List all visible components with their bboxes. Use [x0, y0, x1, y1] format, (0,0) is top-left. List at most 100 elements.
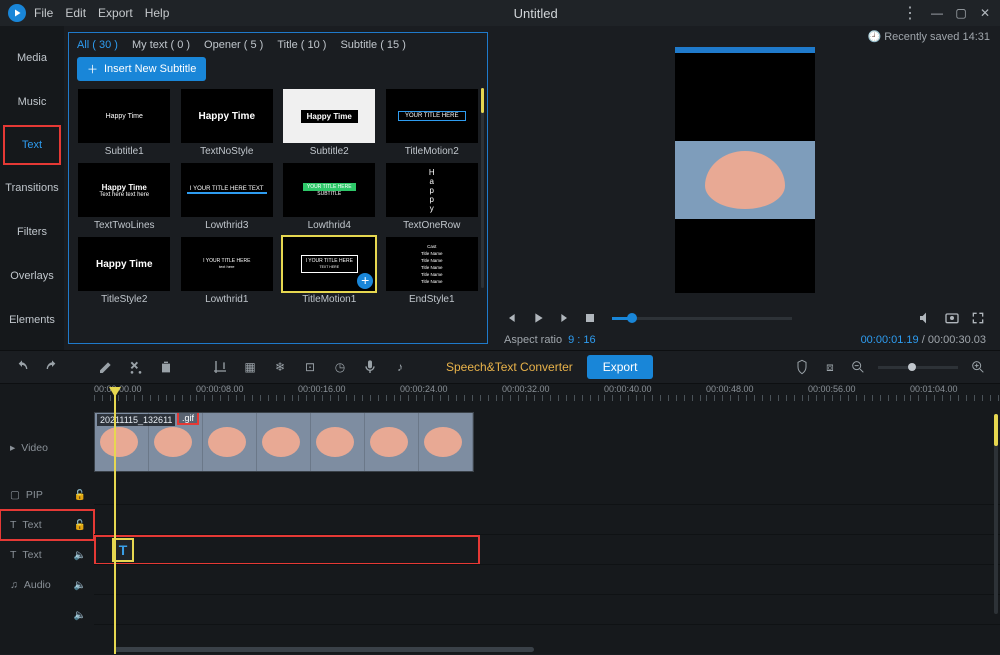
template-label: TextNoStyle: [200, 146, 253, 157]
app-logo: [8, 4, 26, 22]
marker-icon[interactable]: [794, 359, 810, 375]
timeline-h-scrollbar[interactable]: [94, 647, 990, 652]
gif-badge: .gif: [177, 412, 199, 425]
track-header-audio[interactable]: ♫ Audio 🔈: [0, 570, 94, 600]
menu-export[interactable]: Export: [98, 6, 133, 20]
lib-tab-title[interactable]: Title ( 10 ): [277, 39, 326, 51]
duration-icon[interactable]: ◷: [332, 359, 348, 375]
fullscreen-icon[interactable]: [970, 310, 986, 326]
aspect-ratio[interactable]: 9 : 16: [568, 334, 596, 346]
side-tab-media[interactable]: Media: [0, 36, 64, 80]
template-card[interactable]: Happy TimeTitleStyle2: [77, 237, 172, 305]
freeze-icon[interactable]: ❄: [272, 359, 288, 375]
text-track[interactable]: T: [94, 534, 1000, 564]
side-tab-transitions[interactable]: Transitions: [0, 166, 64, 210]
lock-icon[interactable]: 🔓: [74, 520, 86, 531]
voiceover-icon[interactable]: [362, 359, 378, 375]
library-scrollbar[interactable]: [481, 88, 484, 288]
template-card[interactable]: HappyTextOneRow: [385, 163, 480, 231]
plus-icon: ＋: [87, 61, 98, 77]
undo-icon[interactable]: [14, 359, 30, 375]
menu-edit[interactable]: Edit: [65, 6, 86, 20]
close-icon[interactable]: ✕: [978, 6, 992, 20]
pip-track[interactable]: [94, 504, 1000, 534]
track-header-pip[interactable]: ▢ PIP 🔓: [0, 480, 94, 510]
template-card[interactable]: Happy TimeSubtitle1: [77, 89, 172, 157]
maximize-icon[interactable]: ▢: [954, 6, 968, 20]
mosaic-icon[interactable]: ▦: [242, 359, 258, 375]
template-label: TextTwoLines: [94, 220, 155, 231]
zoom-slider[interactable]: [878, 366, 958, 369]
edit-icon[interactable]: [98, 359, 114, 375]
template-label: TextOneRow: [403, 220, 460, 231]
template-card[interactable]: Happy TimeText here text hereTextTwoLine…: [77, 163, 172, 231]
cut-icon[interactable]: [128, 359, 144, 375]
side-tab-filters[interactable]: Filters: [0, 210, 64, 254]
snapshot-icon[interactable]: [944, 310, 960, 326]
template-card[interactable]: Happy TimeSubtitle2: [282, 89, 377, 157]
text-track-2[interactable]: [94, 564, 1000, 594]
preview-viewport: [504, 36, 986, 304]
add-icon[interactable]: +: [357, 273, 373, 289]
timeline-body[interactable]: 00:00:00.0000:00:08.0000:00:16.0000:00:2…: [94, 384, 1000, 654]
audio-track-icon: ♫: [10, 579, 18, 591]
lock-icon[interactable]: 🔓: [74, 490, 86, 501]
template-card[interactable]: I YOUR TITLE HERE TEXTLowthrid3: [180, 163, 275, 231]
progress-slider[interactable]: [612, 317, 792, 320]
zoom-out-icon[interactable]: [850, 359, 866, 375]
clip-filename: 20211115_132611: [97, 414, 175, 426]
side-tab-music[interactable]: Music: [0, 80, 64, 124]
template-card[interactable]: YOUR TITLE HERETitleMotion2: [385, 89, 480, 157]
template-card[interactable]: YOUR TITLE HERESUBTITLELowthrid4: [282, 163, 377, 231]
lib-tab-subtitle[interactable]: Subtitle ( 15 ): [340, 39, 405, 51]
stop-icon[interactable]: [582, 310, 598, 326]
playhead[interactable]: [114, 392, 116, 654]
prev-frame-icon[interactable]: [504, 310, 520, 326]
side-tab-overlays[interactable]: Overlays: [0, 254, 64, 298]
play-icon[interactable]: [530, 310, 546, 326]
track-header-extra[interactable]: 🔈: [0, 600, 94, 630]
volume-icon[interactable]: [918, 310, 934, 326]
delete-icon[interactable]: [158, 359, 174, 375]
mute-icon[interactable]: 🔈: [74, 610, 86, 621]
fit-icon[interactable]: ⧈: [822, 359, 838, 375]
speech-text-converter[interactable]: Speech&Text Converter: [446, 360, 573, 374]
template-card[interactable]: CastTitle NameTitle NameTitle NameTitle …: [385, 237, 480, 305]
video-clip[interactable]: 20211115_132611 .gif: [94, 412, 474, 472]
audio-icon[interactable]: ♪: [392, 359, 408, 375]
track-header-video[interactable]: ▸ Video: [0, 416, 94, 480]
timeline-v-scrollbar[interactable]: [994, 414, 998, 614]
template-card[interactable]: I YOUR TITLE HEREtext hereLowthrid1: [180, 237, 275, 305]
track-header-text[interactable]: T Text 🔓: [0, 510, 94, 540]
minimize-icon[interactable]: —: [930, 6, 944, 20]
zoom-in-icon[interactable]: [970, 359, 986, 375]
audio-track[interactable]: [94, 594, 1000, 624]
export-button[interactable]: Export: [587, 355, 654, 379]
more-icon[interactable]: ⋮: [902, 6, 916, 20]
mute-icon[interactable]: 🔈: [74, 550, 86, 561]
next-frame-icon[interactable]: [556, 310, 572, 326]
lib-tab-opener[interactable]: Opener ( 5 ): [204, 39, 263, 51]
side-tab-text[interactable]: Text: [3, 125, 61, 165]
text-track-icon: T: [10, 549, 16, 561]
insert-subtitle-button[interactable]: ＋ Insert New Subtitle: [77, 57, 206, 81]
crop-icon[interactable]: [212, 359, 228, 375]
title-bar: File Edit Export Help Untitled ⋮ — ▢ ✕: [0, 0, 1000, 26]
template-card[interactable]: Happy TimeTextNoStyle: [180, 89, 275, 157]
side-tab-elements[interactable]: Elements: [0, 298, 64, 342]
text-track-highlight: [94, 535, 480, 565]
time-ruler[interactable]: 00:00:00.0000:00:08.0000:00:16.0000:00:2…: [94, 384, 1000, 412]
mute-icon[interactable]: 🔈: [74, 580, 86, 591]
menu-file[interactable]: File: [34, 6, 53, 20]
lib-tab-mytext[interactable]: My text ( 0 ): [132, 39, 190, 51]
pip-track-icon: ▢: [10, 489, 20, 501]
redo-icon[interactable]: [44, 359, 60, 375]
video-track-icon: ▸: [10, 442, 15, 454]
template-card[interactable]: I YOUR TITLE HERETEXT HERE+TitleMotion1: [282, 237, 377, 305]
track-header-text2[interactable]: T Text 🔈: [0, 540, 94, 570]
menu-help[interactable]: Help: [145, 6, 170, 20]
lib-tab-all[interactable]: All ( 30 ): [77, 39, 118, 51]
zoom-tool-icon[interactable]: ⊡: [302, 359, 318, 375]
template-label: TitleStyle2: [101, 294, 147, 305]
template-label: TitleMotion2: [405, 146, 459, 157]
